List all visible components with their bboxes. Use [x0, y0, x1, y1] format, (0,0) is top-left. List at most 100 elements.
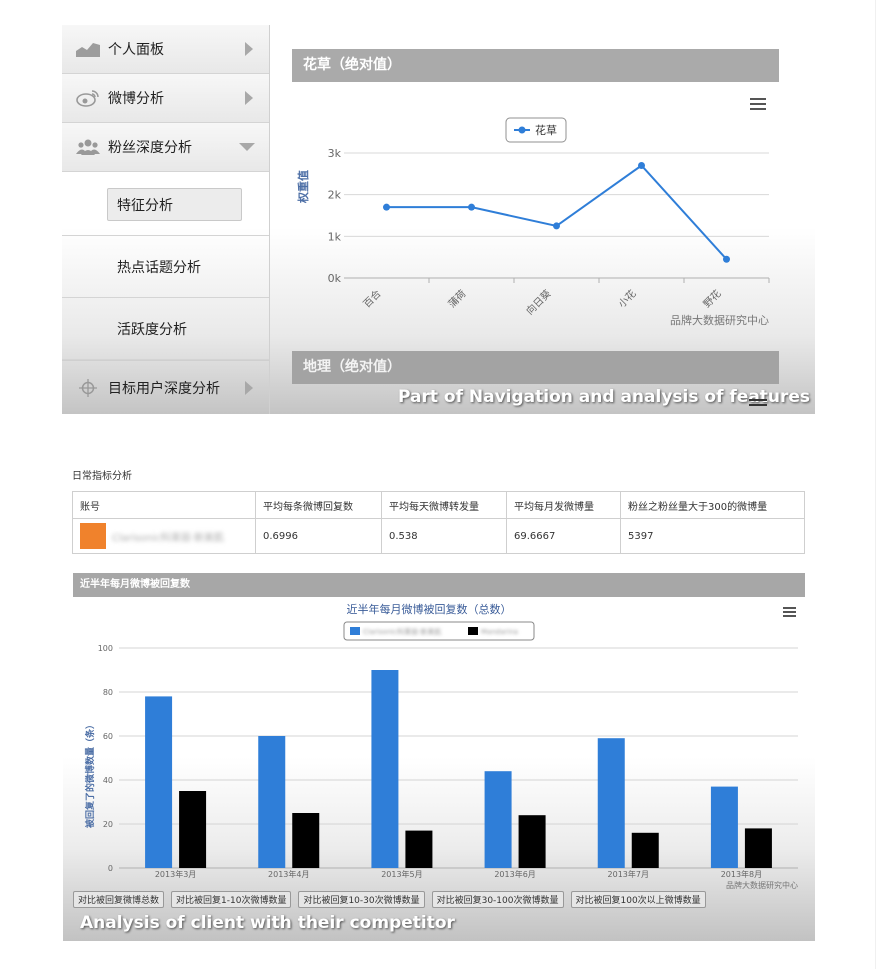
sidebar-item-label: 特征分析: [117, 197, 173, 214]
compare-1-10-button[interactable]: 对比被回复1-10次微博数量: [171, 891, 292, 908]
y-tick-label: 2k: [328, 189, 342, 202]
x-tick-label: 2013年3月: [155, 869, 196, 879]
y-tick-label: 80: [103, 688, 113, 697]
table-cell: 0.538: [381, 518, 507, 554]
y-tick-label: 40: [103, 776, 113, 785]
menu-icon[interactable]: [749, 399, 767, 409]
bar[interactable]: [179, 791, 207, 868]
compare-10-30-button[interactable]: 对比被回复10-30次微博数量: [298, 891, 425, 908]
chart-legend[interactable]: 花草: [505, 117, 567, 143]
chart-title: 近半年每月微博被回复数（总数）: [347, 602, 512, 616]
column-header: 平均每月发微博量: [506, 491, 621, 519]
x-tick-label: 百合: [360, 287, 383, 310]
metrics-table: 账号 平均每条微博回复数 平均每天微博转发量 平均每月发微博量 粉丝之粉丝量大于…: [72, 491, 805, 554]
series-line: [386, 164, 728, 260]
data-point[interactable]: [383, 203, 390, 211]
data-point[interactable]: [723, 255, 730, 263]
weibo-icon: [76, 89, 100, 107]
crosshair-icon: [76, 378, 100, 397]
chart-credit: 品牌大数据研究中心: [726, 880, 798, 889]
bar[interactable]: [258, 736, 286, 868]
y-tick-label: 60: [103, 732, 113, 741]
column-header: 平均每天微博转发量: [381, 491, 507, 519]
comparison-button-row: 对比被回复微博总数 对比被回复1-10次微博数量 对比被回复10-30次微博数量…: [73, 891, 706, 908]
chevron-right-icon: [245, 42, 253, 56]
sidebar-item-personal-panel[interactable]: 个人面板: [62, 25, 269, 74]
sidebar-item-fan-analysis[interactable]: 粉丝深度分析: [62, 123, 269, 172]
legend-label: 花草: [535, 124, 557, 137]
sidebar-item-target-user-analysis[interactable]: 目标用户深度分析: [62, 360, 269, 414]
y-axis-label: 被回复了的微博数量（条）: [84, 720, 96, 828]
bar[interactable]: [744, 828, 772, 868]
bar[interactable]: [631, 832, 659, 868]
users-icon: [76, 138, 100, 156]
bar[interactable]: [405, 830, 433, 868]
x-tick-label: 向日葵: [523, 287, 553, 317]
area-chart-icon: [76, 40, 100, 58]
x-tick-label: 2013年5月: [381, 869, 422, 879]
chart-header: 花草（绝对值）: [292, 49, 779, 82]
account-cell[interactable]: Clarisonic科莱丽·新美肌: [72, 518, 256, 554]
avatar: [80, 523, 106, 549]
chart-credit: 品牌大数据研究中心: [670, 313, 769, 327]
bar[interactable]: [145, 696, 173, 868]
table-cell: 5397: [620, 518, 805, 554]
chevron-down-icon: [239, 143, 255, 151]
table-cell: 0.6996: [255, 518, 382, 554]
sidebar-subitem-activity[interactable]: 活跃度分析: [62, 298, 269, 360]
chevron-right-icon: [245, 380, 253, 395]
compare-total-button[interactable]: 对比被回复微博总数: [73, 891, 165, 908]
table-cell: 69.6667: [506, 518, 621, 554]
column-header: 粉丝之粉丝量大于300的微博量: [620, 491, 805, 519]
data-point[interactable]: [468, 203, 475, 211]
y-axis-label: 权重值: [296, 170, 310, 204]
column-header: 账号: [72, 491, 256, 519]
chart-header: 近半年每月微博被回复数: [73, 573, 805, 597]
y-tick-label: 3k: [328, 147, 342, 160]
x-tick-label: 2013年6月: [494, 869, 535, 879]
caption: Analysis of client with their competitor: [80, 913, 455, 933]
bar[interactable]: [292, 813, 320, 868]
compare-100-plus-button[interactable]: 对比被回复100次以上微博数量: [570, 891, 706, 908]
bar[interactable]: [710, 786, 738, 868]
sidebar-item-label: 微博分析: [108, 91, 164, 107]
legend-label: Mandarina: [481, 628, 518, 636]
column-header: 平均每条微博回复数: [255, 491, 382, 519]
x-tick-label: 2013年4月: [268, 869, 309, 879]
legend-swatch: [350, 627, 360, 635]
chart-legend[interactable]: Clarisonic科莱丽·新美肌 Mandarina: [343, 621, 535, 641]
x-tick-label: 2013年7月: [608, 869, 649, 879]
bar[interactable]: [518, 815, 546, 868]
y-tick-label: 1k: [328, 230, 342, 243]
competitor-analysis-panel: 近半年每月微博被回复数 近半年每月微博被回复数（总数） Clarisonic科莱…: [63, 573, 815, 941]
line-chart: 0k 1k 2k 3k 百合 蒲荷 向日葵 小花 野花 花草 权重值 品牌大数据研究中心: [296, 117, 770, 327]
x-tick-label: 野花: [700, 287, 723, 310]
geo-chart-header: 地理（绝对值）: [292, 351, 779, 384]
sidebar-nav: 个人面板 微博分析 粉丝深度分析 特征分析 热点话题分析 活跃度分析 目标用户深…: [62, 25, 270, 414]
sidebar-subitem-hot-topics[interactable]: 热点话题分析: [62, 236, 269, 298]
compare-30-100-button[interactable]: 对比被回复30-100次微博数量: [431, 891, 564, 908]
account-name: Clarisonic科莱丽·新美肌: [112, 532, 224, 544]
y-tick-label: 100: [98, 644, 113, 653]
y-tick-label: 20: [103, 820, 113, 829]
sidebar-item-label: 活跃度分析: [117, 321, 187, 338]
table-header-row: 账号 平均每条微博回复数 平均每天微博转发量 平均每月发微博量 粉丝之粉丝量大于…: [72, 491, 805, 519]
sidebar-item-weibo-analysis[interactable]: 微博分析: [62, 74, 269, 123]
bar-chart: 近半年每月微博被回复数（总数） Clarisonic科莱丽·新美肌 Mandari…: [84, 602, 798, 889]
section-title: 日常指标分析: [72, 471, 132, 482]
table-row: Clarisonic科莱丽·新美肌 0.6996 0.538 69.6667 5…: [72, 518, 805, 554]
data-point[interactable]: [638, 162, 645, 169]
x-tick-label: 蒲荷: [445, 287, 468, 310]
chevron-right-icon: [245, 91, 253, 105]
bar[interactable]: [371, 670, 399, 868]
sidebar-subitem-feature-analysis[interactable]: 特征分析: [62, 174, 269, 236]
y-tick-label: 0: [108, 864, 113, 873]
x-tick-label: 2013年8月: [721, 869, 762, 879]
data-point[interactable]: [553, 222, 560, 230]
feature-analysis-panel: 个人面板 微博分析 粉丝深度分析 特征分析 热点话题分析 活跃度分析 目标用户深…: [62, 25, 815, 414]
bar[interactable]: [484, 771, 512, 868]
sidebar-item-label: 个人面板: [108, 42, 164, 58]
sidebar-item-label: 目标用户深度分析: [108, 380, 220, 397]
bar[interactable]: [597, 738, 625, 868]
sidebar-item-label: 粉丝深度分析: [108, 140, 192, 156]
